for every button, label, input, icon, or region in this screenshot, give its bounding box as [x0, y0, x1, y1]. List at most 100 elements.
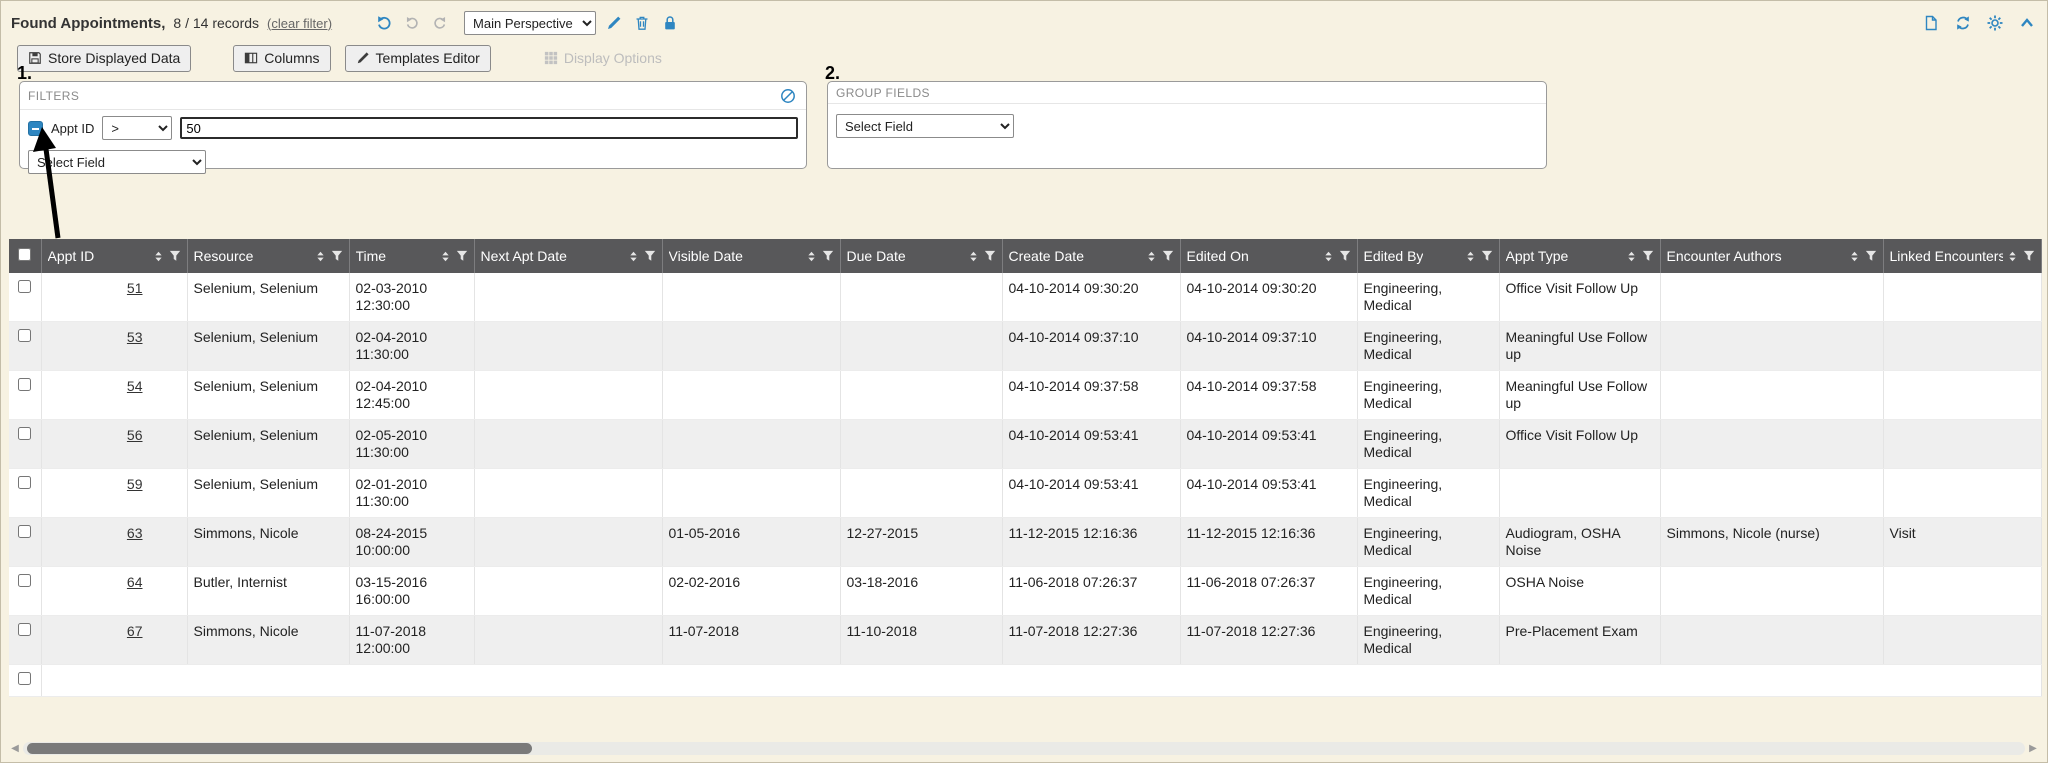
appt-id-link[interactable]: 51 [127, 280, 143, 296]
column-header[interactable]: Time [349, 239, 474, 273]
column-header[interactable]: Due Date [840, 239, 1002, 273]
column-header-label: Appt Type [1506, 248, 1569, 264]
refresh-button[interactable] [1953, 13, 1973, 33]
collapse-panel-button[interactable] [2017, 13, 2037, 33]
grid-icon [544, 51, 558, 65]
column-filter-icon[interactable] [1481, 250, 1493, 262]
cell-next-apt-date [474, 371, 662, 420]
sort-icon[interactable] [1465, 251, 1476, 262]
header-right-icons [1921, 13, 2037, 33]
cell-create-date: 11-06-2018 07:26:37 [1002, 567, 1180, 616]
column-filter-icon[interactable] [822, 250, 834, 262]
row-checkbox[interactable] [18, 427, 31, 440]
column-header[interactable]: Appt ID [41, 239, 187, 273]
column-filter-icon[interactable] [169, 250, 181, 262]
group-fields-panel: GROUP FIELDS Select Field [827, 81, 1547, 169]
column-header[interactable]: Resource [187, 239, 349, 273]
column-filter-icon[interactable] [1162, 250, 1174, 262]
column-header[interactable]: Edited By [1357, 239, 1499, 273]
scrollbar-track[interactable] [23, 742, 2025, 755]
cell-edited-by: Engineering, Medical [1357, 469, 1499, 518]
appt-id-link[interactable]: 59 [127, 476, 143, 492]
column-filter-icon[interactable] [456, 250, 468, 262]
column-header[interactable]: Encounter Authors [1660, 239, 1883, 273]
column-filter-icon[interactable] [644, 250, 656, 262]
filter-operator-select[interactable]: > [102, 116, 172, 140]
row-checkbox[interactable] [18, 623, 31, 636]
row-checkbox[interactable] [18, 672, 31, 685]
row-checkbox[interactable] [18, 280, 31, 293]
column-header[interactable]: Next Apt Date [474, 239, 662, 273]
history-back-button[interactable] [402, 13, 422, 33]
appt-id-link[interactable]: 56 [127, 427, 143, 443]
lock-perspective-button[interactable] [660, 13, 680, 33]
column-filter-icon[interactable] [1865, 250, 1877, 262]
scroll-left-arrow[interactable]: ◀ [9, 741, 21, 756]
time-time: 11:30:00 [356, 444, 468, 461]
sort-icon[interactable] [2007, 251, 2018, 262]
appt-id-link[interactable]: 67 [127, 623, 143, 639]
cell-time: 08-24-2015 10:00:00 [349, 518, 474, 567]
appt-id-link[interactable]: 54 [127, 378, 143, 394]
row-checkbox[interactable] [18, 476, 31, 489]
perspective-select[interactable]: Main Perspective [464, 11, 596, 35]
appt-id-link[interactable]: 64 [127, 574, 143, 590]
cell-next-apt-date [474, 469, 662, 518]
table-header-row: Appt ID Resource Time Next Apt Date [9, 239, 2041, 273]
templates-editor-button[interactable]: Templates Editor [345, 45, 491, 72]
select-all-header-cell [9, 239, 41, 273]
appt-id-link[interactable]: 53 [127, 329, 143, 345]
sort-icon[interactable] [315, 251, 326, 262]
column-header[interactable]: Visible Date [662, 239, 840, 273]
scrollbar-thumb[interactable] [27, 743, 532, 754]
store-displayed-data-button[interactable]: Store Displayed Data [17, 45, 191, 72]
sort-icon[interactable] [440, 251, 451, 262]
sort-icon[interactable] [1146, 251, 1157, 262]
column-header[interactable]: Create Date [1002, 239, 1180, 273]
clear-filter-link[interactable]: (clear filter) [267, 16, 332, 31]
sort-icon[interactable] [153, 251, 164, 262]
sort-icon[interactable] [1626, 251, 1637, 262]
appt-id-link[interactable]: 63 [127, 525, 143, 541]
cell-encounter-authors [1660, 322, 1883, 371]
cell-visible-date [662, 371, 840, 420]
column-header[interactable]: Linked Encounters [1883, 239, 2041, 273]
settings-button[interactable] [1985, 13, 2005, 33]
sort-icon[interactable] [1323, 251, 1334, 262]
row-checkbox[interactable] [18, 525, 31, 538]
column-filter-icon[interactable] [1339, 250, 1351, 262]
row-checkbox[interactable] [18, 378, 31, 391]
row-checkbox[interactable] [18, 329, 31, 342]
column-filter-icon[interactable] [2023, 250, 2035, 262]
select-all-checkbox[interactable] [18, 248, 31, 261]
group-field-select[interactable]: Select Field [836, 114, 1014, 138]
columns-button[interactable]: Columns [233, 45, 330, 72]
scroll-right-arrow[interactable]: ▶ [2027, 741, 2039, 756]
edit-perspective-button[interactable] [604, 13, 624, 33]
cell-linked-encounters [1883, 371, 2041, 420]
new-document-button[interactable] [1921, 13, 1941, 33]
filter-row-appt-id: Appt ID > [20, 110, 806, 140]
sort-icon[interactable] [1849, 251, 1860, 262]
cell-due-date [840, 469, 1002, 518]
sort-icon[interactable] [628, 251, 639, 262]
cell-time: 02-01-2010 11:30:00 [349, 469, 474, 518]
cell-appt-type [1499, 469, 1660, 518]
column-header[interactable]: Appt Type [1499, 239, 1660, 273]
clear-filters-button[interactable] [778, 86, 798, 106]
column-header-label: Linked Encounters [1890, 248, 2003, 264]
column-filter-icon[interactable] [984, 250, 996, 262]
undo-button[interactable] [374, 13, 394, 33]
filter-value-input[interactable] [180, 117, 798, 139]
column-filter-icon[interactable] [1642, 250, 1654, 262]
delete-perspective-button[interactable] [632, 13, 652, 33]
row-checkbox[interactable] [18, 574, 31, 587]
cell-appt-type: Audiogram, OSHA Noise [1499, 518, 1660, 567]
sort-icon[interactable] [968, 251, 979, 262]
column-header[interactable]: Edited On [1180, 239, 1357, 273]
table-row: 56 Selenium, Selenium 02-05-2010 11:30:0… [9, 420, 2041, 469]
history-forward-button[interactable] [430, 13, 450, 33]
column-header-label: Next Apt Date [481, 248, 567, 264]
sort-icon[interactable] [806, 251, 817, 262]
column-filter-icon[interactable] [331, 250, 343, 262]
